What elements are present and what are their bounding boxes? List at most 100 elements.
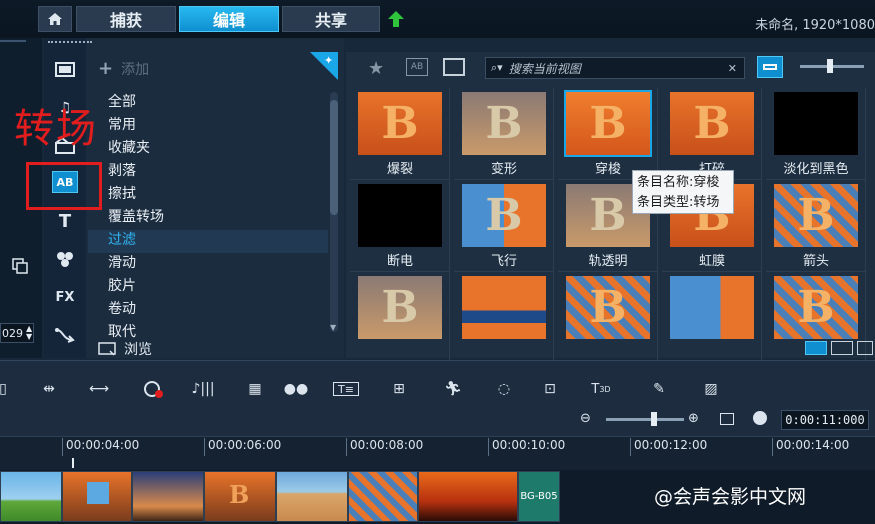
- transition-thumbnail[interactable]: [662, 272, 762, 364]
- gallery-view-icon-2[interactable]: [831, 341, 853, 355]
- transition-clip[interactable]: [348, 471, 418, 522]
- fx-filter-icon[interactable]: FX: [52, 286, 78, 308]
- magic-transition-icon[interactable]: ★: [368, 58, 384, 79]
- scroll-down-arrow-icon[interactable]: ▼: [330, 323, 336, 332]
- audio-mix-icon[interactable]: ♪|||: [190, 378, 216, 400]
- subtitle-editor-icon[interactable]: T≡: [333, 382, 359, 396]
- transition-thumbnail[interactable]: 淡化到黑色: [766, 88, 866, 180]
- gallery-view-icon-1[interactable]: [805, 341, 827, 355]
- transition-thumbnail[interactable]: 断电: [350, 180, 450, 272]
- timecode-display[interactable]: 0:00:11:000: [781, 410, 869, 430]
- thumbnail-image: B: [462, 184, 546, 247]
- thumbnail-image: B: [774, 276, 858, 339]
- transition-thumbnail[interactable]: [454, 272, 554, 364]
- upload-button[interactable]: [385, 8, 407, 30]
- category-item[interactable]: 常用: [108, 115, 328, 138]
- category-item[interactable]: 覆盖转场: [108, 207, 328, 230]
- upload-arrow-icon: [388, 11, 404, 27]
- search-input[interactable]: 搜索当前视图: [509, 60, 581, 77]
- search-box[interactable]: ⌕▾ 搜索当前视图 ✕: [485, 57, 745, 79]
- home-icon: [48, 13, 62, 25]
- transition-thumbnail[interactable]: B 穿梭: [558, 88, 658, 180]
- transition-thumbnail[interactable]: B 箭头: [766, 180, 866, 272]
- tab-edit[interactable]: 编辑: [179, 6, 279, 32]
- apply-transition-icon[interactable]: AB: [406, 58, 428, 76]
- edit-tool-icon[interactable]: ▯: [0, 378, 16, 400]
- zoom-out-icon[interactable]: ⊖: [580, 411, 591, 426]
- 3d-title-icon[interactable]: T 3D: [588, 378, 614, 400]
- timeline-zoom-handle[interactable]: [651, 412, 657, 426]
- video-clip[interactable]: [418, 471, 518, 522]
- thumbnail-label: 变形: [490, 162, 517, 177]
- category-item[interactable]: 收藏夹: [108, 138, 328, 161]
- mask-creator-icon[interactable]: ◌: [491, 378, 517, 400]
- category-item[interactable]: 卷动: [108, 299, 328, 322]
- motion-path-icon[interactable]: [52, 324, 78, 346]
- browse-button[interactable]: 浏览: [98, 339, 152, 359]
- category-item[interactable]: 胶片: [108, 276, 328, 299]
- panel-grip[interactable]: [48, 41, 92, 44]
- clear-search-icon[interactable]: ✕: [728, 62, 737, 75]
- category-item[interactable]: 剥落: [108, 161, 328, 184]
- transition-thumbnail[interactable]: B: [350, 272, 450, 364]
- title-t-icon[interactable]: T: [52, 210, 78, 232]
- graphics-icon[interactable]: [52, 248, 78, 270]
- color-clip[interactable]: BG-B05: [518, 471, 560, 522]
- annotation-text: 转场: [14, 106, 98, 152]
- thumbnail-b-glyph: B: [693, 98, 731, 149]
- transition-thumbnail-icon: [87, 482, 109, 504]
- copy-icon[interactable]: [12, 258, 28, 274]
- transition-thumbnail[interactable]: B: [558, 272, 658, 364]
- transition-thumbnail[interactable]: B 飞行: [454, 180, 554, 272]
- list-view-toggle[interactable]: [757, 56, 783, 78]
- transition-thumbnail[interactable]: B 变形: [454, 88, 554, 180]
- zoom-in-icon[interactable]: ⊕: [688, 411, 699, 426]
- multicam-icon[interactable]: ▦: [242, 378, 268, 400]
- color-grading-icon[interactable]: ●●: [283, 378, 309, 400]
- transition-thumbnail[interactable]: B打碎: [662, 88, 762, 180]
- video-clip[interactable]: [132, 471, 204, 522]
- category-item-selected[interactable]: 过滤: [88, 230, 328, 253]
- pan-zoom-icon[interactable]: ⊡: [537, 378, 563, 400]
- gallery-view-icon-3[interactable]: [857, 341, 873, 355]
- split-screen-icon[interactable]: ⊞: [386, 378, 412, 400]
- timeline-zoom-slider[interactable]: [606, 418, 684, 421]
- category-item[interactable]: 滑动: [108, 253, 328, 276]
- video-clip[interactable]: [276, 471, 348, 522]
- auto-music-icon[interactable]: ▨: [698, 378, 724, 400]
- thumbnail-image: B: [774, 184, 858, 247]
- tab-capture[interactable]: 捕获: [76, 6, 176, 32]
- record-capture-icon[interactable]: [140, 378, 166, 400]
- tab-share[interactable]: 共享: [282, 6, 380, 32]
- pin-icon: ✦: [324, 54, 334, 67]
- home-button[interactable]: [38, 6, 72, 32]
- stepper-arrows-icon[interactable]: ▲ ▼: [26, 325, 32, 341]
- thumbnail-image: [774, 92, 858, 155]
- thumbnail-label: 箭头: [802, 254, 829, 269]
- project-title: 未命名, 1920*1080: [755, 18, 875, 33]
- filmstrip-options-icon[interactable]: [443, 58, 465, 76]
- transition-clip[interactable]: B: [204, 471, 276, 522]
- painting-creator-icon[interactable]: ✎: [646, 378, 672, 400]
- video-clip[interactable]: [0, 471, 62, 522]
- fit-project-icon[interactable]: [720, 413, 734, 425]
- trim-icon[interactable]: ⟷: [86, 378, 112, 400]
- playhead-marker[interactable]: [72, 458, 74, 468]
- browse-label: 浏览: [124, 342, 152, 358]
- thumbnail-image: [670, 276, 754, 339]
- thumbnail-b-glyph: B: [589, 98, 627, 149]
- frame-stepper[interactable]: 029 ▲ ▼: [0, 323, 34, 343]
- category-scrollbar-thumb[interactable]: [330, 100, 338, 215]
- add-button[interactable]: + 添加: [98, 58, 149, 79]
- category-item[interactable]: 擦拭: [108, 184, 328, 207]
- transition-thumbnail[interactable]: B 爆裂: [350, 88, 450, 180]
- thumbnail-b-glyph: B: [485, 190, 523, 241]
- motion-tracking-icon[interactable]: 🏃︎: [440, 378, 466, 400]
- tooltip: 条目名称:穿梭 条目类型:转场: [632, 170, 734, 214]
- media-library-icon[interactable]: [52, 58, 78, 80]
- thumbnail-size-handle[interactable]: [827, 59, 833, 73]
- category-item[interactable]: 全部: [108, 92, 328, 115]
- transition-clip[interactable]: [62, 471, 132, 522]
- split-icon[interactable]: ⇹: [36, 378, 62, 400]
- thumbnail-image: B: [358, 276, 442, 339]
